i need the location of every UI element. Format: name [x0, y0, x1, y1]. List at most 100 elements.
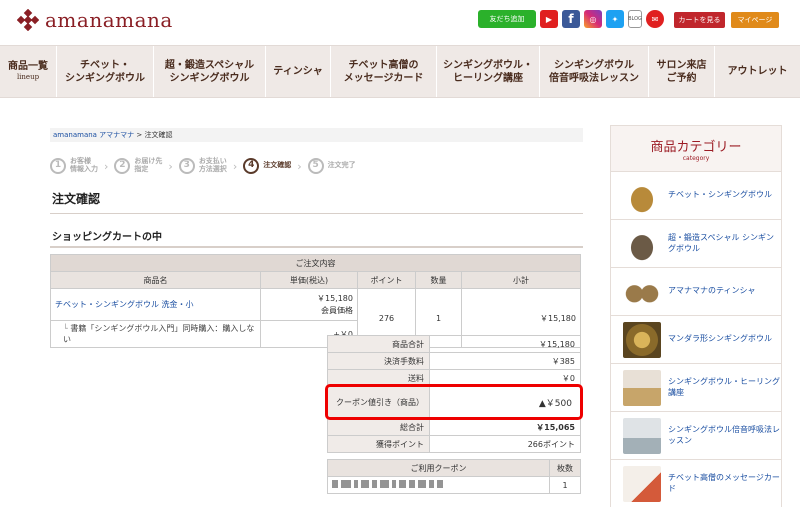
tingsha-thumbnail	[623, 273, 661, 310]
facebook-icon[interactable]: f	[562, 10, 580, 28]
col-header-price: 単価(税込)	[260, 271, 358, 289]
nav-item-breathing-lesson[interactable]: シンギングボウル 倍音呼吸法レッスン	[540, 46, 649, 97]
sidebar-item-label: チベット高僧のメッセージカード	[668, 473, 780, 493]
nav-item-message-card[interactable]: チベット高僧の メッセージカード	[331, 46, 437, 97]
youtube-icon[interactable]: ▶	[540, 10, 558, 28]
lesson-thumbnail	[623, 417, 661, 454]
summary-row: 商品合計 ￥15,180	[327, 335, 581, 353]
step-number: 1	[50, 158, 66, 174]
summary-value: ￥385	[429, 352, 581, 370]
step-label-2: 指定	[134, 165, 149, 173]
summary-value: ￥15,065	[429, 418, 581, 436]
step-delivery: 2 お届け先 指定	[114, 158, 162, 174]
sidebar-item-mandala-bowl[interactable]: マンダラ形シンギングボウル	[611, 316, 781, 364]
step-number: 4	[243, 158, 260, 174]
nav-item-tingsha[interactable]: ティンシャ	[266, 46, 331, 97]
summary-label: 商品合計	[327, 335, 430, 353]
instagram-icon[interactable]: ◎	[584, 10, 602, 28]
sidebar-title: 商品カテゴリー	[650, 140, 742, 155]
nav-label: シンギングボウル	[554, 59, 634, 71]
bowl-thumbnail	[623, 225, 661, 262]
breadcrumb-home-link[interactable]: amanamana アマナマナ	[53, 131, 134, 139]
summary-label: 獲得ポイント	[327, 435, 430, 453]
main-content: amanamana アマナマナ > 注文確認 1 お客様 情報入力 › 2 お届け…	[50, 128, 583, 494]
table-row: 1	[327, 476, 581, 494]
sidebar-item-label: 超・鍛造スペシャル シンギングボウル	[668, 232, 774, 253]
chevron-right-icon: ›	[168, 159, 173, 173]
card-thumbnail	[623, 466, 661, 502]
section-title: ショッピングカートの中	[50, 228, 583, 248]
col-header-subtotal: 小計	[461, 271, 581, 289]
product-link[interactable]: チベット・シンギングボウル 洗金・小	[55, 300, 194, 309]
nav-label: 超・鍛造スペシャル	[164, 59, 255, 71]
summary-value: ￥15,180	[429, 335, 581, 353]
step-number: 2	[114, 158, 131, 174]
course-thumbnail	[623, 369, 661, 406]
nav-item-special-bowl[interactable]: 超・鍛造スペシャル シンギングボウル	[154, 46, 266, 97]
nav-label: ティンシャ	[273, 66, 323, 77]
nav-label: サロン来店	[656, 59, 707, 71]
coupon-header: ご利用クーポン	[327, 459, 550, 477]
nav-item-outlet[interactable]: アウトレット	[715, 46, 800, 97]
coupon-count: 1	[549, 476, 581, 494]
sidebar-item-special-bowl[interactable]: 超・鍛造スペシャル シンギングボウル	[611, 220, 781, 268]
site-header: amanamana 友だち追加 ▶ f ◎ ✦ BLOG ✉ カートを見る マイ…	[0, 0, 800, 44]
cart-table: ご注文内容 商品名 単価(税込) ポイント 数量 小計 チベット・シンギングボウ…	[50, 254, 581, 348]
sidebar-item-message-card[interactable]: チベット高僧のメッセージカード	[611, 460, 781, 507]
twitter-icon[interactable]: ✦	[606, 10, 624, 28]
col-header-name: 商品名	[50, 271, 261, 289]
nav-item-tibet-bowl[interactable]: チベット・ シンギングボウル	[57, 46, 154, 97]
chevron-right-icon: ›	[232, 159, 238, 173]
nav-item-salon-reservation[interactable]: サロン来店 ご予約	[649, 46, 715, 97]
step-payment: 3 お支払い 方法選択	[178, 158, 227, 174]
summary-value: 266ポイント	[429, 435, 581, 453]
step-complete: 5 注文完了	[307, 158, 356, 174]
social-links: 友だち追加 ▶ f ◎ ✦ BLOG ✉	[478, 10, 664, 28]
summary-row: 獲得ポイント 266ポイント	[327, 435, 581, 453]
nav-label-2: シンギングボウル	[65, 72, 145, 84]
line-friend-button[interactable]: 友だち追加	[478, 10, 536, 28]
sidebar-item-label: シンギングボウル倍音呼吸法レッスン	[668, 424, 780, 445]
mandala-thumbnail	[623, 321, 661, 358]
sidebar-item-breathing-lesson[interactable]: シンギングボウル倍音呼吸法レッスン	[611, 412, 781, 460]
chevron-right-icon: ›	[297, 159, 302, 173]
summary-row: 総合計 ￥15,065	[327, 418, 581, 436]
step-label: 注文確認	[263, 161, 292, 170]
sidebar-item-healing-course[interactable]: シンギングボウル・ヒーリング講座	[611, 364, 781, 412]
coupon-table: ご利用クーポン 枚数 1	[327, 459, 581, 494]
view-cart-button[interactable]: カートを見る	[674, 12, 725, 28]
nav-label-2: 倍音呼吸法レッスン	[549, 72, 639, 84]
sidebar-item-label: アマナマナのティンシャ	[668, 286, 756, 296]
item-price: ￥15,180	[317, 293, 353, 303]
breadcrumb-current: > 注文確認	[134, 131, 173, 139]
category-sidebar: 商品カテゴリー category チベット・シンギングボウル 超・鍛造スペシャル…	[610, 125, 782, 507]
nav-label-2: メッセージカード	[343, 72, 424, 84]
sidebar-subtitle: category	[682, 155, 710, 162]
sidebar-item-label: シンギングボウル・ヒーリング講座	[668, 376, 780, 397]
sidebar-item-tibet-bowl[interactable]: チベット・シンギングボウル	[611, 172, 781, 220]
nav-item-healing-course[interactable]: シンギングボウル・ ヒーリング講座	[437, 46, 540, 97]
page-title: 注文確認	[50, 190, 583, 214]
sidebar-item-label: チベット・シンギングボウル	[668, 190, 772, 200]
table-row: チベット・シンギングボウル 洗金・小 ￥15,180 会員価格 276 1 ￥15…	[50, 288, 581, 348]
mypage-button[interactable]: マイページ	[731, 12, 779, 28]
member-price-label: 会員価格	[321, 305, 353, 315]
sidebar-item-tingsha[interactable]: アマナマナのティンシャ	[611, 268, 781, 316]
global-nav: 商品一覧 lineup チベット・ シンギングボウル 超・鍛造スペシャル シンギ…	[0, 45, 800, 98]
line-label: 友だち追加	[489, 15, 525, 23]
coupon-code-redacted	[327, 476, 550, 494]
nav-label: チベット高僧の	[348, 59, 419, 71]
summary-label: 決済手数料	[327, 352, 430, 370]
blog-icon[interactable]: BLOG	[628, 10, 642, 28]
option-label: 書籍「シンギングボウル入門」同時購入：購入しない	[63, 324, 255, 344]
step-number: 3	[178, 158, 195, 174]
nav-item-lineup[interactable]: 商品一覧 lineup	[0, 46, 57, 97]
nav-sub-label: lineup	[16, 73, 40, 82]
bowl-thumbnail	[623, 177, 661, 214]
site-logo[interactable]: amanamana	[17, 8, 173, 32]
nav-label: チベット・	[80, 59, 130, 71]
mail-icon[interactable]: ✉	[646, 10, 664, 28]
breadcrumb: amanamana アマナマナ > 注文確認	[50, 128, 583, 142]
nav-label-2: シンギングボウル	[169, 72, 250, 84]
step-label-2: 情報入力	[70, 165, 98, 173]
